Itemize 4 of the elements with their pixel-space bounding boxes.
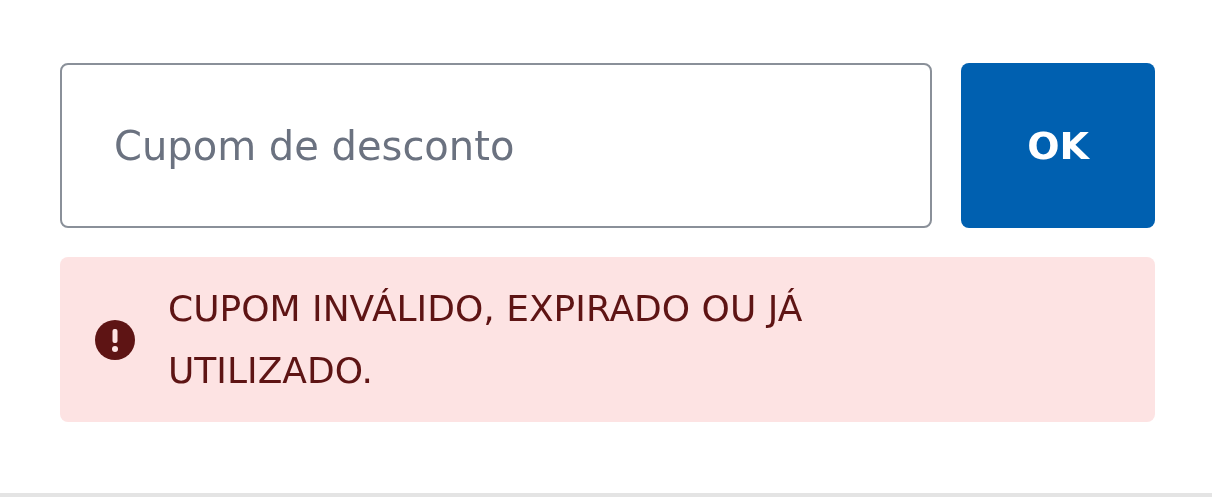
coupon-field[interactable]: Cupom de desconto bbox=[60, 63, 932, 228]
exclamation-icon bbox=[95, 319, 135, 360]
ok-button[interactable]: OK bbox=[961, 63, 1155, 228]
error-message: CUPOM INVÁLIDO, EXPIRADO OU JÁ UTILIZADO. bbox=[168, 286, 804, 393]
